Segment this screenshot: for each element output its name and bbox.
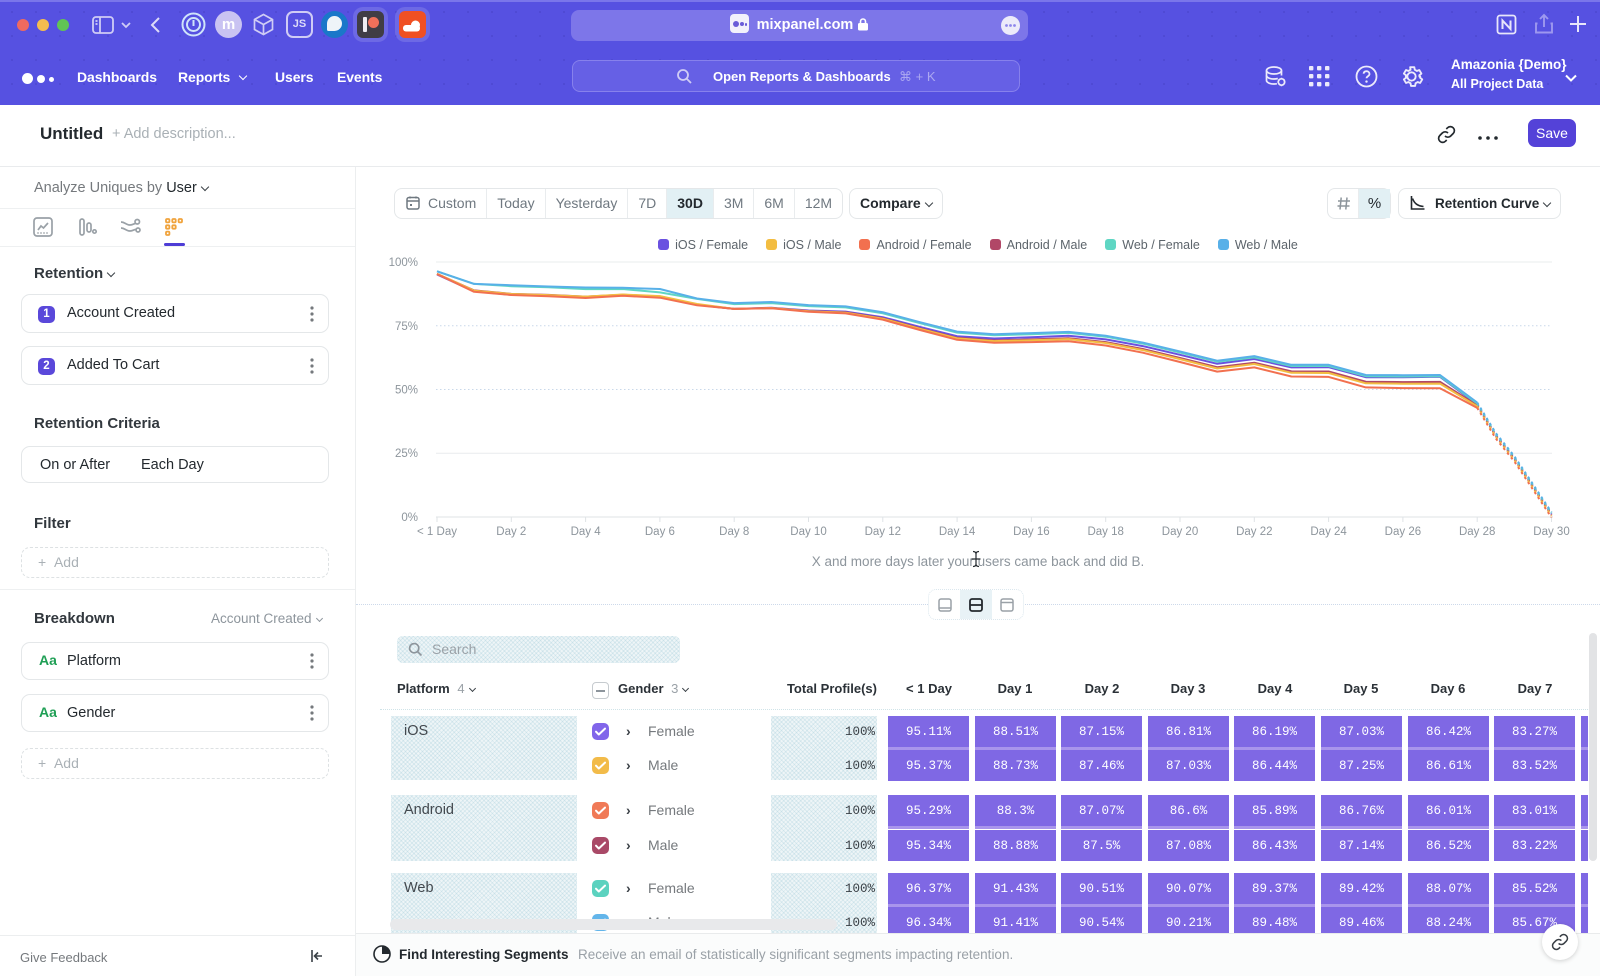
svg-text:Day 16: Day 16 (1013, 526, 1049, 538)
svg-text:25%: 25% (395, 448, 418, 460)
svg-text:Day 18: Day 18 (1087, 526, 1123, 538)
svg-text:Day 12: Day 12 (865, 526, 901, 538)
svg-text:Day 22: Day 22 (1236, 526, 1272, 538)
svg-text:Day 4: Day 4 (571, 526, 602, 538)
svg-text:50%: 50% (395, 385, 418, 397)
svg-text:Day 10: Day 10 (790, 526, 826, 538)
svg-text:Day 28: Day 28 (1459, 526, 1495, 538)
svg-text:Day 24: Day 24 (1310, 526, 1347, 538)
svg-text:0%: 0% (401, 512, 418, 524)
svg-text:Day 8: Day 8 (719, 526, 749, 538)
svg-text:Day 14: Day 14 (939, 526, 976, 538)
svg-text:100%: 100% (389, 257, 418, 269)
svg-text:Day 30: Day 30 (1533, 526, 1569, 538)
svg-text:Day 6: Day 6 (645, 526, 675, 538)
svg-text:Day 20: Day 20 (1162, 526, 1198, 538)
svg-text:Day 2: Day 2 (496, 526, 526, 538)
svg-text:75%: 75% (395, 321, 418, 333)
svg-text:Day 26: Day 26 (1385, 526, 1421, 538)
svg-text:< 1 Day: < 1 Day (417, 526, 457, 538)
